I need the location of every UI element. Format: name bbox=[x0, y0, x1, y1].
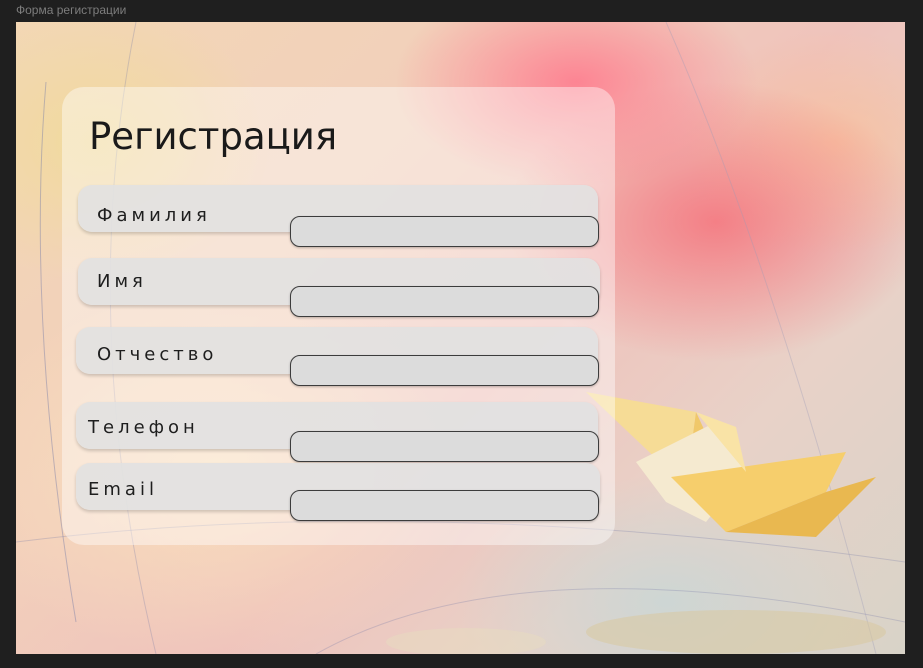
email-input[interactable] bbox=[290, 490, 599, 521]
app-window: Форма регистрации Регистрация Фамилия Им… bbox=[0, 0, 923, 668]
title-bar: Форма регистрации bbox=[0, 0, 923, 22]
paper-boat-image bbox=[586, 392, 876, 537]
lastname-input[interactable] bbox=[290, 216, 599, 247]
patronymic-label: Отчество bbox=[97, 344, 218, 365]
window-title: Форма регистрации bbox=[16, 3, 127, 17]
phone-input[interactable] bbox=[290, 431, 599, 462]
form-title: Регистрация bbox=[89, 115, 338, 158]
firstname-input[interactable] bbox=[290, 286, 599, 317]
patronymic-input[interactable] bbox=[290, 355, 599, 386]
lastname-label: Фамилия bbox=[97, 205, 211, 226]
firstname-label: Имя bbox=[97, 271, 147, 292]
email-label: Email bbox=[88, 479, 158, 500]
phone-label: Телефон bbox=[88, 417, 199, 438]
